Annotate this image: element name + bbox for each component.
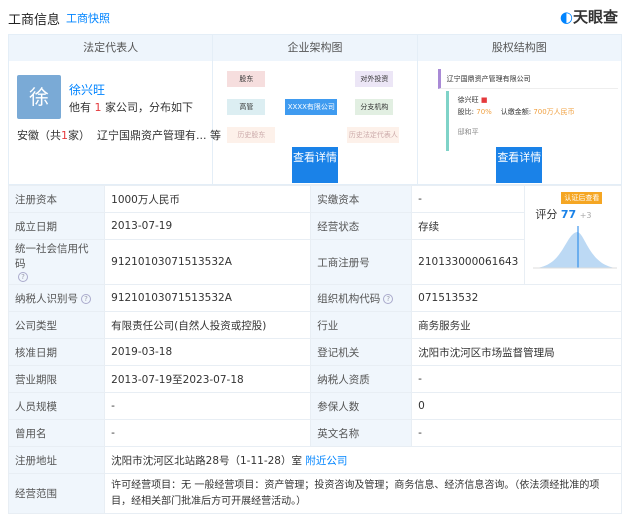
card-title: 法定代表人: [9, 35, 213, 61]
table-row: 曾用名 - 英文名称 -: [7, 419, 622, 447]
business-info-table: 注册资本 1000万人民币 实缴资本 - 认证后查看 评分 77 +3 成立日期 201…: [7, 185, 622, 514]
tianyancha-logo[interactable]: ◐天眼查: [560, 6, 618, 27]
help-icon[interactable]: ?: [18, 272, 28, 282]
table-row: 核准日期 2019-03-18 登记机关 沈阳市沈河区市场监督管理局: [7, 338, 622, 366]
table-row: 注册资本 1000万人民币 实缴资本 - 认证后查看 评分 77 +3: [7, 185, 622, 285]
legal-rep-card: 法定代表人 徐 徐兴旺 他有 1 家公司，分布如下 安徽（共1家） 辽宁国鼎资产…: [9, 35, 221, 184]
node-history-shareholder: 历史股东: [227, 127, 276, 143]
score-badge: 认证后查看: [561, 192, 603, 204]
node-history-rep: 历史法定代表人: [347, 127, 400, 143]
node-executive: 高管: [227, 99, 266, 115]
table-row: 营业期限 2013-07-19至2023-07-18 纳税人资质 -: [7, 365, 622, 393]
help-icon[interactable]: ?: [81, 293, 91, 304]
company-count: 他有 1 家公司，分布如下: [69, 101, 193, 114]
summary-cards: 法定代表人 徐 徐兴旺 他有 1 家公司，分布如下 安徽（共1家） 辽宁国鼎资产…: [8, 34, 622, 185]
card-title: 股权结构图: [417, 35, 621, 61]
view-structure-button[interactable]: 查看详情: [291, 147, 338, 183]
score-distribution-chart: [533, 226, 618, 269]
card-title: 企业架构图: [213, 35, 417, 61]
region-info[interactable]: 安徽（共1家） 辽宁国鼎资产管理有... 等: [17, 127, 221, 143]
equity-company: 辽宁国鼎资产管理有限公司: [446, 75, 531, 83]
score: 评分 77 +3: [535, 208, 592, 221]
equity-branch: [445, 91, 449, 151]
equity-root: 辽宁国鼎资产管理有限公司: [437, 69, 618, 89]
table-row: 人员规模 - 参保人数 0: [7, 392, 622, 420]
table-row: 纳税人识别号? 91210103071513532A 组织机构代码? 07151353…: [7, 284, 622, 312]
holder-2: 邸和平: [457, 128, 479, 136]
tab-snapshot[interactable]: 工商快照: [66, 10, 110, 26]
view-equity-button[interactable]: 查看详情: [496, 147, 543, 183]
table-row: 注册地址 沈阳市沈河区北站路28号（1-11-28）室 附近公司: [7, 446, 622, 474]
logo-icon: ◐: [559, 8, 573, 26]
holder-1-ratio: 股比: 70% 认缴金额: 700万人民币: [457, 108, 575, 116]
section-title: 工商信息: [8, 13, 61, 28]
node-shareholder: 股东: [227, 71, 266, 87]
score-panel[interactable]: 认证后查看 评分 77 +3: [524, 185, 622, 285]
structure-card: 企业架构图 股东 高管 历史股东 XXXX有限公司 对外投资 分支机构 历史法定…: [213, 35, 418, 184]
node-branch: 分支机构: [355, 99, 394, 115]
avatar: 徐: [17, 75, 61, 119]
node-investment: 对外投资: [355, 71, 394, 87]
node-company: XXXX有限公司: [285, 99, 338, 115]
help-icon[interactable]: ?: [383, 293, 394, 304]
table-row: 经营范围 许可经营项目：无 一般经营项目：资产管理；投资咨询及管理；商务信息、经济…: [7, 473, 622, 514]
equity-card: 股权结构图 辽宁国鼎资产管理有限公司 徐兴旺 ■ 股比: 70% 认缴金额: 7…: [417, 35, 621, 184]
legal-rep-name[interactable]: 徐兴旺: [69, 81, 105, 98]
nearby-companies-link[interactable]: 附近公司: [305, 455, 347, 467]
table-row: 公司类型 有限责任公司(自然人投资或控股) 行业 商务服务业: [7, 311, 622, 339]
header: 工商信息 工商快照 ◐天眼查: [0, 0, 640, 34]
holder-1: 徐兴旺 ■: [457, 96, 488, 104]
